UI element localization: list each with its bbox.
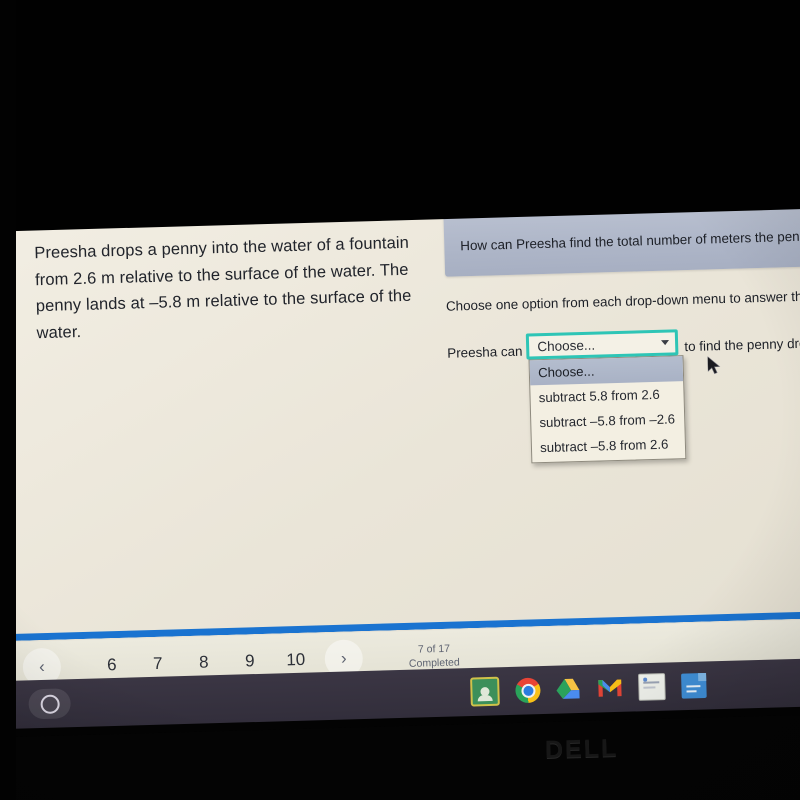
docs-line	[686, 685, 701, 688]
classroom-person-glyph	[480, 687, 490, 697]
window-line	[643, 686, 656, 689]
docs-line	[686, 690, 697, 693]
laptop-top-bezel	[0, 0, 800, 233]
shelf-icon-group	[470, 671, 707, 707]
sentence-suffix: to find the penny dropped a t	[684, 334, 800, 354]
pager-page-label: 8	[198, 652, 209, 672]
pager-page-label: 9	[244, 651, 255, 671]
sentence-prefix: Preesha can	[447, 343, 523, 361]
screen-content: Preesha drops a penny into the water of …	[0, 181, 800, 745]
pager-page-9[interactable]: 9	[227, 651, 274, 672]
pager-page-10[interactable]: 10	[273, 649, 320, 670]
launcher-ring	[39, 694, 60, 714]
question-right-column: How can Preesha find the total number of…	[443, 203, 800, 464]
instruction-text: Choose one option from each drop-down me…	[445, 287, 800, 314]
question-stem: Preesha drops a penny into the water of …	[34, 233, 412, 343]
dropdown-selected-value: Choose...	[537, 337, 596, 354]
google-docs-icon[interactable]	[681, 672, 707, 699]
docs-fold	[698, 672, 707, 682]
question-prompt-text: How can Preesha find the total number of…	[460, 227, 800, 253]
document-window-icon[interactable]	[638, 673, 666, 701]
pager-page-7[interactable]: 7	[135, 653, 182, 685]
laptop-left-frame	[0, 0, 16, 800]
progress-count: 7 of 17	[417, 642, 451, 656]
launcher-circle-icon[interactable]	[28, 688, 72, 720]
mouse-pointer-icon	[707, 355, 722, 379]
google-classroom-icon[interactable]	[470, 676, 500, 707]
photographed-laptop-screen: Preesha drops a penny into the water of …	[0, 0, 800, 800]
dropdown-wrapper: Choose... Choose... subtract 5.8 from 2.…	[525, 329, 687, 464]
pager-page-label: 10	[286, 649, 306, 670]
answer-dropdown-select[interactable]: Choose...	[525, 329, 679, 360]
window-line	[643, 681, 660, 684]
answer-sentence: Preesha can Choose... Choose... subtract…	[447, 328, 800, 464]
dell-brand-logo: DELL	[544, 733, 619, 765]
chevron-down-icon	[661, 340, 670, 346]
google-chrome-icon[interactable]	[515, 677, 541, 704]
pager-page-6[interactable]: 6	[89, 655, 136, 687]
gmail-icon[interactable]	[597, 675, 623, 701]
dropdown-option-list[interactable]: Choose... subtract 5.8 from 2.6 subtract…	[528, 355, 687, 464]
question-card: Preesha drops a penny into the water of …	[0, 185, 800, 642]
dropdown-option[interactable]: subtract –5.8 from 2.6	[532, 431, 686, 460]
pager-page-8[interactable]: 8	[181, 652, 228, 673]
progress-indicator: 7 of 17 Completed	[408, 641, 460, 671]
pager-page-label: 6	[106, 655, 117, 675]
pager-page-label: 7	[152, 653, 163, 674]
google-drive-icon[interactable]	[556, 676, 582, 702]
